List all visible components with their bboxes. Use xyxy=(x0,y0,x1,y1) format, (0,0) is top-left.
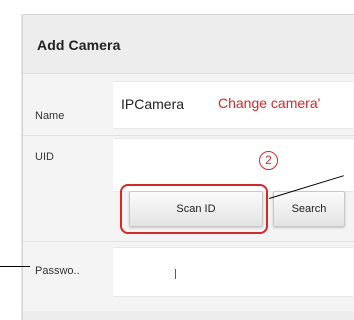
password-input[interactable] xyxy=(113,247,353,297)
callout-line-password xyxy=(0,266,30,267)
uid-label: UID xyxy=(35,151,54,163)
password-label: Passwo.. xyxy=(35,265,80,277)
add-camera-dialog: Add Camera Name IPCamera Change camera' … xyxy=(22,14,354,320)
scan-id-highlight xyxy=(120,184,268,234)
screenshot-stage: Add Camera Name IPCamera Change camera' … xyxy=(0,0,354,320)
dialog-title: Add Camera xyxy=(37,37,121,53)
name-label: Name xyxy=(35,110,65,122)
search-button[interactable]: Search xyxy=(273,191,345,227)
row-divider xyxy=(23,135,354,136)
dialog-footer xyxy=(23,311,354,320)
password-cursor xyxy=(175,269,176,279)
name-annotation: Change camera' xyxy=(218,95,321,111)
name-input-value: IPCamera xyxy=(121,96,185,112)
step-number-badge: 2 xyxy=(259,151,278,170)
dialog-header: Add Camera xyxy=(23,15,354,74)
row-divider xyxy=(23,241,354,242)
